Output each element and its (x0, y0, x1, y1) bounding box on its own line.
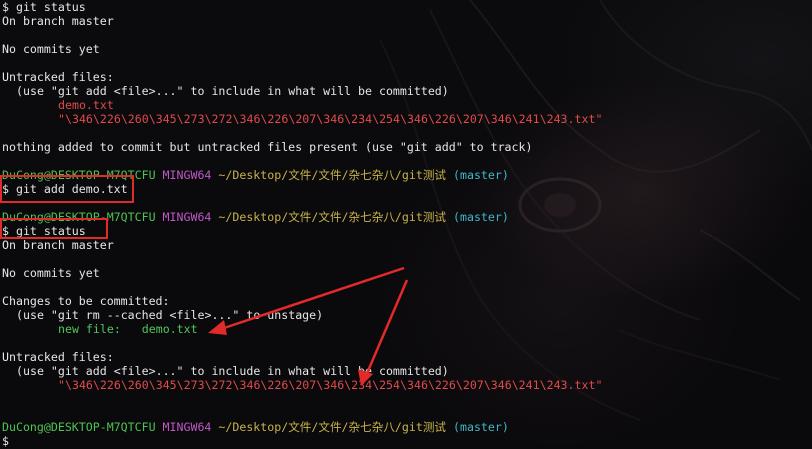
output-line: On branch master (2, 14, 114, 28)
output-line: (use "git add <file>..." to include in w… (16, 364, 449, 378)
output-line: (use "git rm --cached <file>..." to unst… (16, 308, 324, 322)
prompt-path: ~/Desktop/文件/文件/杂七杂八/git测试 (218, 168, 447, 182)
prompt-path: ~/Desktop/文件/文件/杂七杂八/git测试 (218, 210, 447, 224)
annotation-box-git-add (0, 175, 134, 203)
output-line: Untracked files: (2, 350, 114, 364)
prompt-line: DuCong@DESKTOP-M7QTCFU MINGW64 ~/Desktop… (2, 210, 810, 224)
prompt-branch: (master) (453, 168, 509, 182)
output-line: (use "git add <file>..." to include in w… (16, 84, 449, 98)
output-line: No commits yet (2, 266, 100, 280)
untracked-file: demo.txt (58, 98, 114, 112)
prompt-shell: MINGW64 (162, 210, 212, 224)
annotation-box-git-status (0, 218, 108, 239)
untracked-file: "\346\226\260\345\273\272\346\226\207\34… (58, 112, 603, 126)
prompt-line: DuCong@DESKTOP-M7QTCFU MINGW64 ~/Desktop… (2, 420, 810, 434)
output-line: Untracked files: (2, 70, 114, 84)
prompt-shell: MINGW64 (162, 420, 212, 434)
prompt-shell: MINGW64 (162, 168, 212, 182)
output-line: nothing added to commit but untracked fi… (2, 140, 533, 154)
output-line: No commits yet (2, 42, 100, 56)
command-line: $ git status (2, 0, 86, 14)
terminal-window[interactable]: $ git status On branch master No commits… (0, 0, 812, 449)
input-prompt[interactable]: $ (2, 434, 810, 448)
staged-file-line: new file: demo.txt (2, 322, 810, 336)
prompt-path: ~/Desktop/文件/文件/杂七杂八/git测试 (218, 420, 447, 434)
output-line: On branch master (2, 238, 114, 252)
command-line: $ git status (2, 224, 86, 238)
staged-file-name: demo.txt (141, 322, 198, 336)
staged-file-label: new file: (58, 322, 121, 336)
output-line: Changes to be committed: (2, 294, 170, 308)
untracked-file: "\346\226\260\345\273\272\346\226\207\34… (58, 378, 603, 392)
terminal-output: $ git status On branch master No commits… (2, 0, 810, 448)
prompt-branch: (master) (453, 210, 509, 224)
prompt-branch: (master) (453, 420, 509, 434)
prompt-user-host: DuCong@DESKTOP-M7QTCFU (2, 420, 156, 434)
